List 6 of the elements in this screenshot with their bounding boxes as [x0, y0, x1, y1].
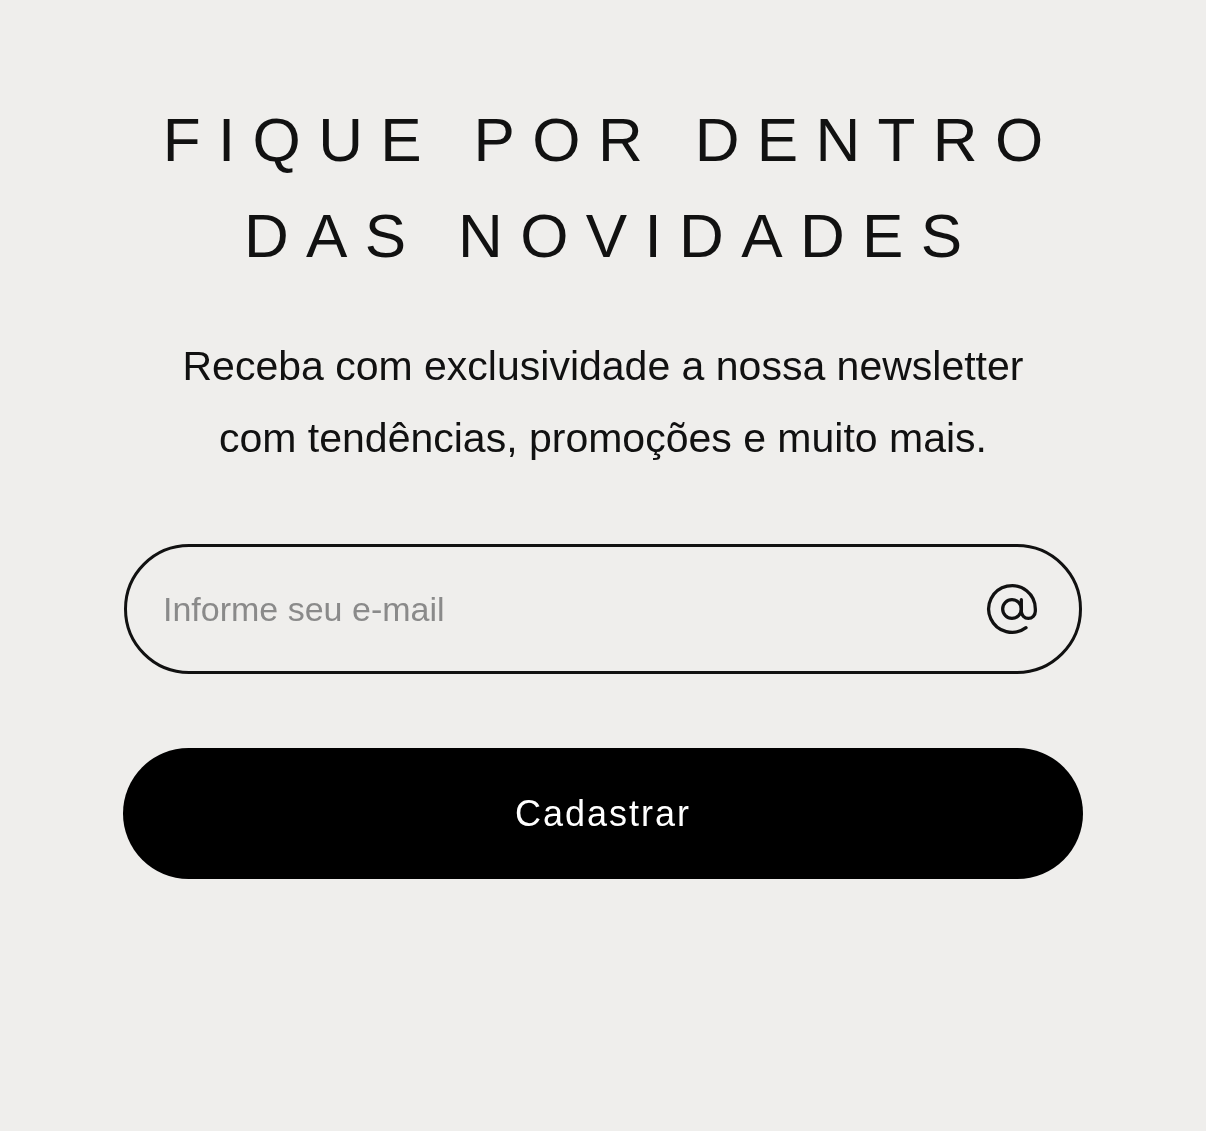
description: Receba com exclusividade a nossa newsletter com tendências, promoções e muito mais.: [181, 342, 1025, 463]
email-field[interactable]: Informe seu e-mail: [124, 544, 1082, 674]
submit-button[interactable]: Cadastrar: [123, 748, 1083, 879]
at-sign-icon: [984, 581, 1040, 637]
heading-line: FIQUE POR DENTRO: [162, 104, 1061, 176]
heading-line: DAS NOVIDADES: [243, 200, 980, 272]
